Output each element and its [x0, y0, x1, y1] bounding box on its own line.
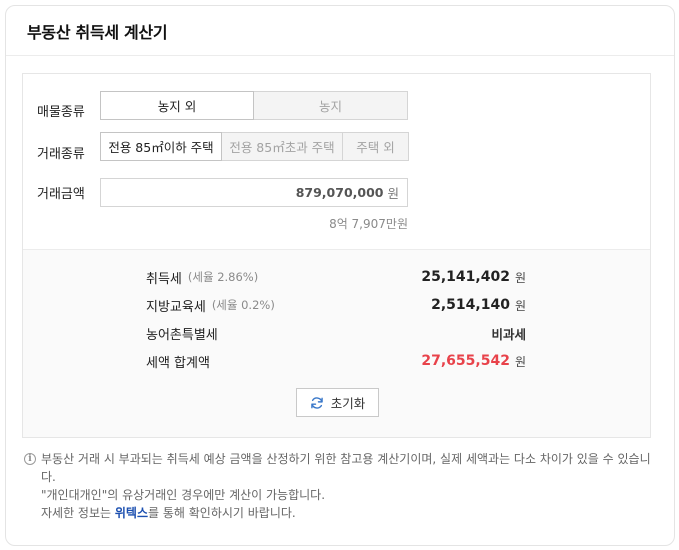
property-type-selector: 농지 외 농지 — [100, 91, 408, 120]
rural-tax-label: 농어촌특별세 — [146, 327, 218, 343]
acquisition-tax-unit: 원 — [514, 270, 526, 285]
result-section: 취득세 (세율 2.86%) 25,141,402 원 지방교육세 (세율 0.… — [23, 249, 650, 437]
wetax-link[interactable]: 위텍스 — [115, 506, 148, 520]
amount-unit: 원 — [387, 186, 399, 201]
result-row-rural-tax: 농어촌특별세 비과세 — [146, 323, 526, 343]
property-type-option-non-farmland[interactable]: 농지 외 — [100, 91, 254, 120]
local-edu-tax-value: 2,514,140 — [431, 297, 510, 313]
transaction-type-option-non-house[interactable]: 주택 외 — [342, 132, 409, 161]
local-edu-tax-rate: (세율 0.2%) — [211, 298, 275, 312]
calculator-panel: 매물종류 농지 외 농지 거래종류 전용 85㎡이하 주택 전용 85㎡초과 주… — [22, 73, 651, 438]
local-edu-tax-label: 지방교육세 — [146, 299, 206, 315]
info-icon: i — [24, 453, 36, 465]
result-row-total: 세액 합계액 27,655,542 원 — [146, 351, 526, 371]
total-tax-value: 27,655,542 — [421, 353, 510, 369]
transaction-type-selector: 전용 85㎡이하 주택 전용 85㎡초과 주택 주택 외 — [100, 132, 409, 161]
input-section: 매물종류 농지 외 농지 거래종류 전용 85㎡이하 주택 전용 85㎡초과 주… — [23, 74, 650, 249]
acquisition-tax-rate: (세율 2.86%) — [187, 270, 259, 284]
notice-text-1: 부동산 거래 시 부과되는 취득세 예상 금액을 산정하기 위한 참고용 계산기… — [41, 452, 651, 484]
rural-tax-value: 비과세 — [491, 326, 526, 342]
amount-label: 거래금액 — [37, 187, 85, 202]
transaction-type-option-over-85[interactable]: 전용 85㎡초과 주택 — [221, 132, 343, 161]
refresh-icon — [310, 396, 324, 410]
card-header: 부동산 취득세 계산기 — [6, 6, 674, 56]
notice-line-2: "개인대개인"의 유상거래인 경우에만 계산이 가능합니다. — [24, 486, 654, 504]
transaction-type-label: 거래종류 — [37, 147, 85, 162]
property-type-option-farmland[interactable]: 농지 — [253, 91, 408, 120]
property-type-label: 매물종류 — [37, 105, 85, 120]
reset-button-label: 초기화 — [330, 396, 366, 411]
transaction-type-option-under-85[interactable]: 전용 85㎡이하 주택 — [100, 132, 222, 161]
notice-line-1: i 부동산 거래 시 부과되는 취득세 예상 금액을 산정하기 위한 참고용 계… — [24, 450, 654, 486]
notice-section: i 부동산 거래 시 부과되는 취득세 예상 금액을 산정하기 위한 참고용 계… — [24, 450, 654, 522]
amount-input[interactable]: 879,070,000 원 — [100, 178, 408, 207]
reset-button[interactable]: 초기화 — [296, 388, 379, 417]
notice-text-2: "개인대개인"의 유상거래인 경우에만 계산이 가능합니다. — [41, 488, 326, 502]
local-edu-tax-unit: 원 — [514, 298, 526, 313]
acquisition-tax-label: 취득세 — [146, 271, 182, 287]
notice-text-3-pre: 자세한 정보는 — [41, 506, 115, 520]
result-row-acquisition-tax: 취득세 (세율 2.86%) 25,141,402 원 — [146, 267, 526, 287]
notice-line-3: 자세한 정보는 위텍스를 통해 확인하시기 바랍니다. — [24, 504, 654, 522]
page-title: 부동산 취득세 계산기 — [27, 22, 168, 42]
total-tax-unit: 원 — [514, 354, 526, 369]
amount-korean-reading: 8억 7,907만원 — [329, 217, 408, 231]
acquisition-tax-value: 25,141,402 — [421, 269, 510, 285]
notice-text-3-post: 를 통해 확인하시기 바랍니다. — [148, 506, 296, 520]
result-row-local-edu-tax: 지방교육세 (세율 0.2%) 2,514,140 원 — [146, 295, 526, 315]
amount-value: 879,070,000 — [295, 185, 384, 200]
total-tax-label: 세액 합계액 — [146, 355, 210, 371]
